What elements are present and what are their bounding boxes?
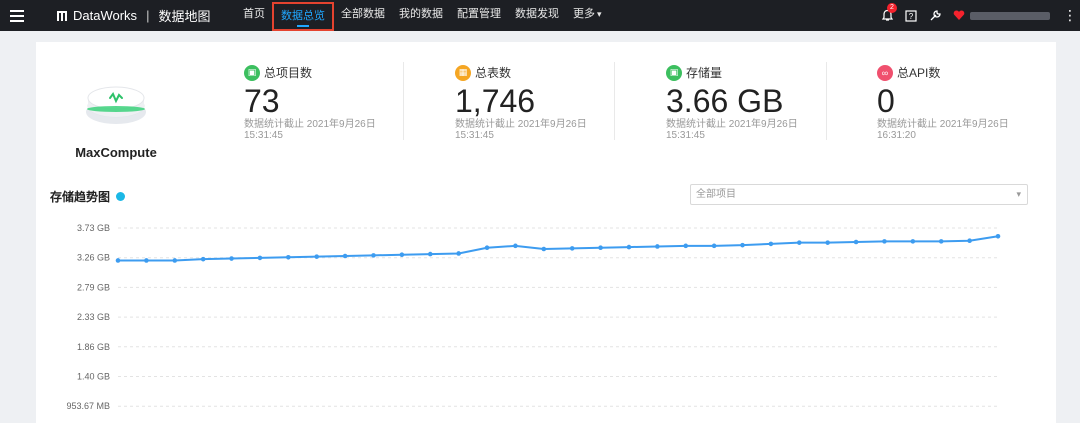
storage-trend-chart: 3.73 GB 3.26 GB 2.79 GB 2.33 GB 1.86 GB 1.40 … (66, 223, 1001, 411)
data-point[interactable] (371, 253, 376, 258)
data-point[interactable] (655, 244, 660, 249)
nav-config[interactable]: 配置管理 (450, 0, 508, 31)
data-point[interactable] (342, 253, 348, 259)
y-tick-label: 2.33 GB (77, 312, 110, 322)
data-point[interactable] (257, 255, 263, 261)
data-point[interactable] (683, 243, 689, 249)
y-tick-label: 1.86 GB (77, 342, 110, 352)
brand[interactable]: DataWorks | 数据地图 (56, 6, 210, 25)
data-point[interactable] (200, 256, 206, 262)
brand-separator: | (146, 8, 150, 23)
user-name-redacted (970, 11, 1050, 20)
data-point[interactable] (598, 245, 603, 251)
data-point[interactable] (229, 256, 234, 261)
data-point[interactable] (427, 251, 433, 257)
product-name: 数据地图 (158, 9, 211, 24)
help-glyph: ? (905, 9, 917, 22)
toolbar: 2 ? ⋮ (875, 0, 1080, 31)
wrench-glyph (930, 10, 941, 21)
nav-discovery[interactable]: 数据发现 (508, 0, 566, 31)
nav-more[interactable]: 更多 ▾ (566, 0, 609, 31)
top-bar: DataWorks | 数据地图 首页 数据总览 全部数据 我的数据 配置管理 … (0, 0, 1080, 31)
y-tick-label: 1.40 GB (77, 372, 110, 382)
menu-icon[interactable] (0, 0, 34, 31)
data-point[interactable] (314, 254, 320, 259)
svg-text:?: ? (909, 12, 914, 21)
nav-home[interactable]: 首页 (236, 0, 272, 31)
data-point[interactable] (995, 233, 1001, 239)
series-line (118, 235, 999, 262)
data-point[interactable] (456, 251, 461, 256)
dataworks-logo-icon (57, 10, 67, 21)
bell-icon[interactable]: 2 (875, 0, 899, 31)
data-point[interactable] (626, 244, 632, 250)
user-icon (953, 10, 965, 20)
user-menu[interactable] (953, 10, 1050, 21)
nav-data-overview[interactable]: 数据总览 (272, 1, 334, 31)
data-point[interactable] (910, 239, 916, 244)
data-point[interactable] (825, 240, 830, 245)
data-point[interactable] (399, 252, 405, 258)
more-icon[interactable]: ⋮ (1060, 7, 1080, 24)
chevron-down-icon: ▾ (597, 9, 602, 19)
data-point[interactable] (853, 239, 859, 245)
data-point[interactable] (172, 258, 178, 263)
data-point[interactable] (144, 258, 149, 263)
data-point[interactable] (711, 243, 717, 249)
nav-my-data[interactable]: 我的数据 (392, 0, 450, 31)
data-point[interactable] (768, 241, 774, 247)
overview-card: MaxCompute ▣ 总项目数 73 数据统计截止 2021年9月26日 1… (36, 42, 1056, 423)
main-nav: 首页 数据总览 全部数据 我的数据 配置管理 数据发现 更多 ▾ (236, 0, 609, 31)
nav-more-label: 更多 (573, 8, 595, 20)
data-point[interactable] (513, 243, 518, 249)
help-icon[interactable]: ? (899, 0, 923, 31)
wrench-icon[interactable] (923, 0, 947, 31)
notification-badge: 2 (887, 3, 897, 13)
y-tick-label: 2.79 GB (77, 282, 110, 292)
data-point[interactable] (286, 254, 291, 260)
data-point[interactable] (484, 245, 490, 251)
data-point[interactable] (938, 239, 944, 244)
data-point[interactable] (541, 246, 547, 252)
nav-all-data[interactable]: 全部数据 (334, 0, 392, 31)
data-point[interactable] (115, 258, 121, 263)
data-point[interactable] (569, 246, 575, 251)
data-point[interactable] (740, 242, 745, 248)
data-point[interactable] (796, 240, 802, 245)
brand-name: DataWorks (73, 8, 138, 23)
y-tick-label: 3.73 GB (77, 223, 110, 233)
data-point[interactable] (967, 238, 972, 244)
y-tick-label: 953.67 MB (66, 401, 110, 411)
data-point[interactable] (882, 239, 887, 244)
y-tick-label: 3.26 GB (77, 253, 110, 263)
